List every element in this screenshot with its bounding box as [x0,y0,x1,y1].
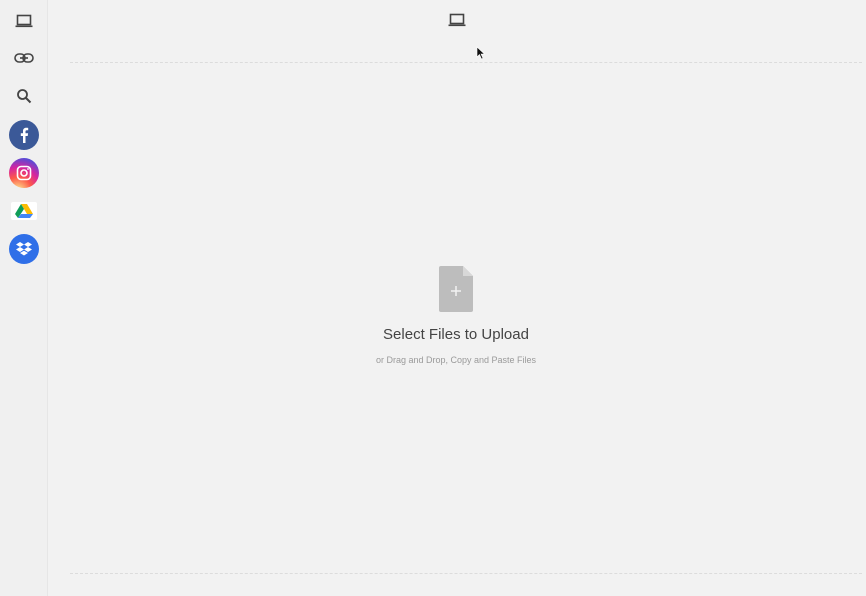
facebook-icon [9,120,39,150]
sidebar-item-web-search[interactable] [8,80,40,112]
instagram-icon [9,158,39,188]
select-files-button[interactable]: Select Files to Upload [356,266,556,343]
sidebar-item-google-drive[interactable] [8,195,40,227]
laptop-icon [15,13,33,29]
search-icon [16,88,32,104]
sidebar-item-link[interactable] [8,42,40,74]
google-drive-icon [11,202,37,220]
dropbox-icon [9,234,39,264]
source-sidebar [0,0,48,596]
source-header [48,0,866,44]
mouse-cursor-icon [476,46,486,65]
upload-subtitle: or Drag and Drop, Copy and Paste Files [375,355,537,365]
file-picker-window: Select Files to Upload or Drag and Drop,… [0,0,866,596]
laptop-icon [448,12,466,30]
sidebar-item-instagram[interactable] [8,157,40,189]
sidebar-item-my-device[interactable] [8,5,40,37]
file-add-icon [356,266,556,312]
sidebar-item-facebook[interactable] [8,119,40,151]
upload-title: Select Files to Upload [383,326,529,343]
link-icon [14,52,34,64]
sidebar-item-dropbox[interactable] [8,233,40,265]
